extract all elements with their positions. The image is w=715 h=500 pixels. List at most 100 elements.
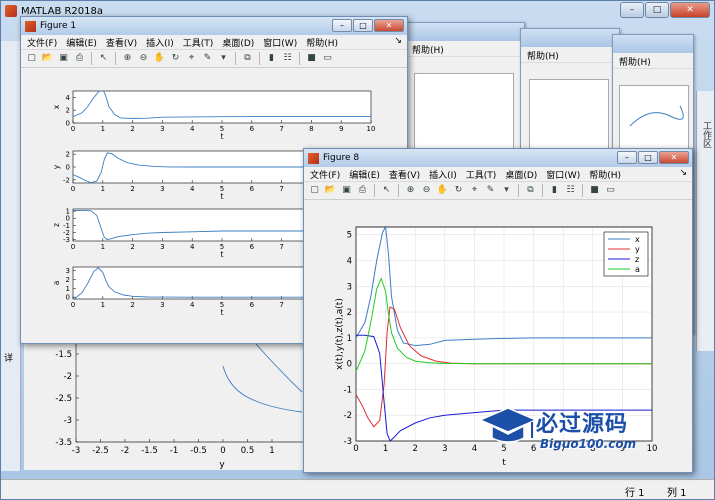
colorbar-icon[interactable]: ▮ <box>265 52 278 65</box>
y-tick-label: -3 <box>64 416 72 426</box>
menu-dock-arrow-icon[interactable]: ↘ <box>394 36 402 46</box>
bg-menu-label: 帮助(H) <box>613 53 693 69</box>
menu-view[interactable]: 查看(V) <box>389 168 420 181</box>
menu-desktop[interactable]: 桌面(D) <box>222 36 254 49</box>
minimize-button[interactable]: – <box>332 19 352 32</box>
y-tick-label: 0 <box>66 215 70 223</box>
print-icon[interactable]: ⎙ <box>356 184 369 197</box>
brush-dropdown-icon[interactable]: ▾ <box>217 52 230 65</box>
menu-window[interactable]: 窗口(W) <box>546 168 580 181</box>
rotate-icon[interactable]: ↻ <box>452 184 465 197</box>
y-tick-label: -3 <box>344 437 352 447</box>
x-tick-label: 1 <box>383 444 388 454</box>
bg-series-line <box>222 365 303 413</box>
x-tick-label: 3 <box>442 444 447 454</box>
x-axis-label: t <box>221 192 224 201</box>
menu-help[interactable]: 帮助(H) <box>589 168 621 181</box>
close-button[interactable]: ✕ <box>670 2 710 18</box>
x-tick-label: -2.5 <box>92 446 109 456</box>
pan-icon[interactable]: ✋ <box>436 184 449 197</box>
colorbar-icon[interactable]: ▮ <box>548 184 561 197</box>
menu-insert[interactable]: 插入(I) <box>146 36 174 49</box>
figure8-menubar: 文件(F) 编辑(E) 查看(V) 插入(I) 工具(T) 桌面(D) 窗口(W… <box>304 167 692 182</box>
minimize-button[interactable]: – <box>620 2 644 18</box>
menu-tools[interactable]: 工具(T) <box>466 168 497 181</box>
y-tick-label: 3 <box>347 282 352 292</box>
hide-plot-tools-icon[interactable]: ■ <box>305 52 318 65</box>
legend-icon[interactable]: ☷ <box>281 52 294 65</box>
x-tick-label: 0 <box>71 301 75 309</box>
x-tick-label: 0 <box>220 446 225 456</box>
brush-dropdown-icon[interactable]: ▾ <box>500 184 513 197</box>
figure8-toolbar: ▢ 📂 ▣ ⎙ ↖ ⊕ ⊖ ✋ ↻ ⌖ ✎ ▾ ⧉ ▮ ☷ ■ ▭ <box>304 182 692 200</box>
legend-icon[interactable]: ☷ <box>564 184 577 197</box>
open-file-icon[interactable]: 📂 <box>324 184 337 197</box>
data-cursor-icon[interactable]: ⌖ <box>185 52 198 65</box>
pointer-icon[interactable]: ↖ <box>97 52 110 65</box>
menu-desktop[interactable]: 桌面(D) <box>505 168 537 181</box>
x-axis-label: t <box>221 132 224 141</box>
pointer-icon[interactable]: ↖ <box>380 184 393 197</box>
show-plot-tools-icon[interactable]: ▭ <box>321 52 334 65</box>
x-tick-label: -1 <box>170 446 178 456</box>
legend-label-y: y <box>635 245 640 254</box>
menu-edit[interactable]: 编辑(E) <box>66 36 97 49</box>
app-title: MATLAB R2018a <box>21 5 104 17</box>
legend[interactable]: xyza <box>603 231 649 277</box>
brush-icon[interactable]: ✎ <box>201 52 214 65</box>
x-tick-label: 1 <box>269 446 274 456</box>
menu-file[interactable]: 文件(F) <box>27 36 57 49</box>
print-icon[interactable]: ⎙ <box>73 52 86 65</box>
menu-window[interactable]: 窗口(W) <box>263 36 297 49</box>
x-tick-label: 0 <box>71 185 75 193</box>
save-icon[interactable]: ▣ <box>57 52 70 65</box>
menu-dock-arrow-icon[interactable]: ↘ <box>679 168 687 178</box>
zoom-out-icon[interactable]: ⊖ <box>420 184 433 197</box>
y-tick-label: -3 <box>63 236 70 244</box>
open-file-icon[interactable]: 📂 <box>41 52 54 65</box>
x-tick-label: 3 <box>160 125 164 133</box>
show-plot-tools-icon[interactable]: ▭ <box>604 184 617 197</box>
watermark-en: Biguo100.com <box>540 437 637 451</box>
y-tick-label: 2 <box>66 276 70 284</box>
close-button[interactable]: ✕ <box>374 19 404 32</box>
y-tick-label: 2 <box>66 151 70 159</box>
menu-view[interactable]: 查看(V) <box>106 36 137 49</box>
link-plot-icon[interactable]: ⧉ <box>524 184 537 197</box>
rotate-icon[interactable]: ↻ <box>169 52 182 65</box>
minimize-button[interactable]: – <box>617 151 637 164</box>
menu-file[interactable]: 文件(F) <box>310 168 340 181</box>
x-tick-label: 7 <box>279 301 283 309</box>
zoom-in-icon[interactable]: ⊕ <box>121 52 134 65</box>
maximize-button[interactable]: □ <box>353 19 373 32</box>
close-button[interactable]: ✕ <box>659 151 689 164</box>
pan-icon[interactable]: ✋ <box>153 52 166 65</box>
link-plot-icon[interactable]: ⧉ <box>241 52 254 65</box>
y-tick-label: -2 <box>63 229 70 237</box>
x-tick-label: 3 <box>160 243 164 251</box>
new-figure-icon[interactable]: ▢ <box>25 52 38 65</box>
save-icon[interactable]: ▣ <box>340 184 353 197</box>
hide-plot-tools-icon[interactable]: ■ <box>588 184 601 197</box>
zoom-out-icon[interactable]: ⊖ <box>137 52 150 65</box>
y-tick-label: -2 <box>344 411 352 421</box>
maximize-button[interactable]: □ <box>638 151 658 164</box>
figure1-toolbar: ▢ 📂 ▣ ⎙ ↖ ⊕ ⊖ ✋ ↻ ⌖ ✎ ▾ ⧉ ▮ ☷ ■ ▭ <box>21 50 407 68</box>
new-figure-icon[interactable]: ▢ <box>308 184 321 197</box>
x-tick-label: 4 <box>472 444 477 454</box>
zoom-in-icon[interactable]: ⊕ <box>404 184 417 197</box>
data-cursor-icon[interactable]: ⌖ <box>468 184 481 197</box>
y-tick-label: 1 <box>347 334 352 344</box>
y-axis-label: z <box>52 223 61 227</box>
menu-help[interactable]: 帮助(H) <box>306 36 338 49</box>
menu-edit[interactable]: 编辑(E) <box>349 168 380 181</box>
menu-insert[interactable]: 插入(I) <box>429 168 457 181</box>
legend-label-x: x <box>635 235 640 244</box>
maximize-button[interactable]: □ <box>645 2 669 18</box>
matlab-logo-icon <box>5 5 17 17</box>
brush-icon[interactable]: ✎ <box>484 184 497 197</box>
menu-tools[interactable]: 工具(T) <box>183 36 214 49</box>
graduation-cap-icon <box>478 407 538 443</box>
y-tick-label: 5 <box>347 231 352 241</box>
workspace-panel-tab[interactable]: 工作区 <box>696 91 714 351</box>
